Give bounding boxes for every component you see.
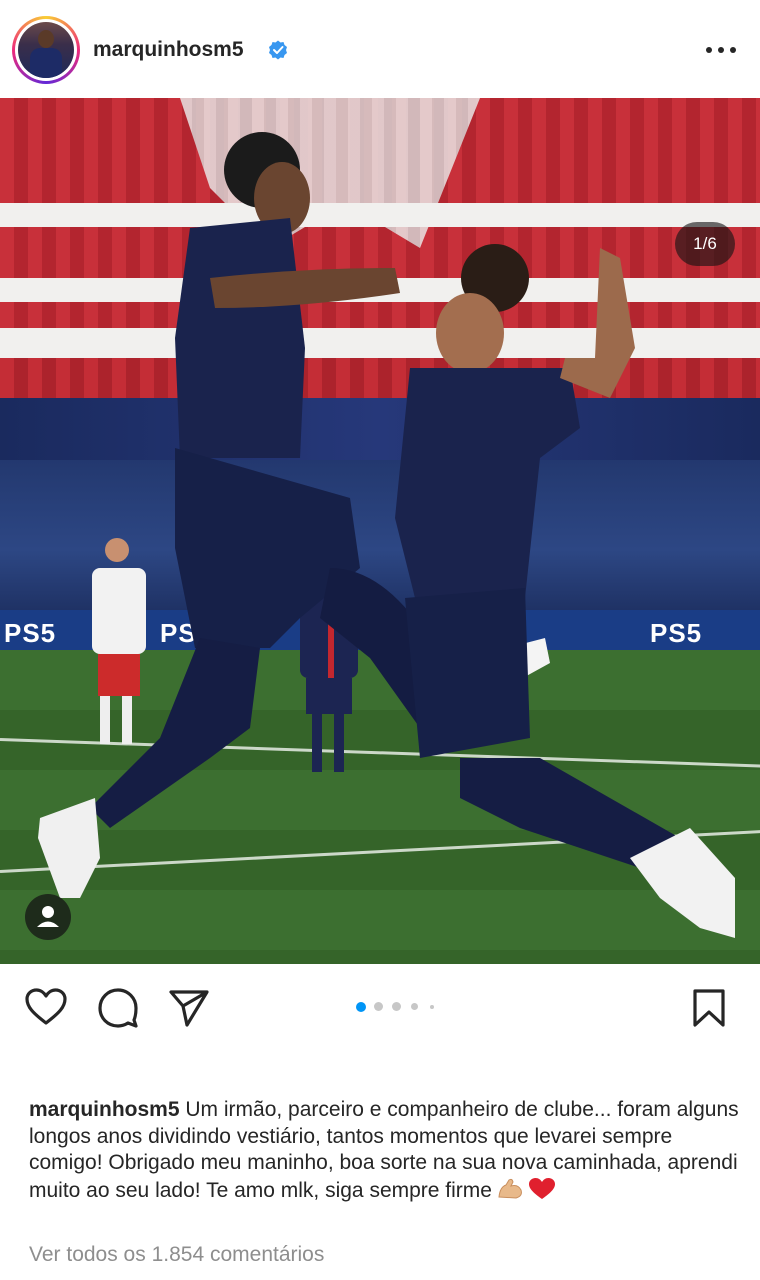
post-actions [0, 964, 760, 1054]
bookmark-icon[interactable] [692, 988, 726, 1028]
post-image[interactable]: PS5 PS5 PS5 1/6 [0, 98, 760, 964]
players-illustration [38, 132, 735, 938]
slide-counter: 1/6 [675, 222, 735, 266]
red-heart-icon [528, 1177, 556, 1209]
carousel-dots [356, 1000, 440, 1014]
post-username[interactable]: marquinhosm5 [93, 38, 244, 62]
caption-username[interactable]: marquinhosm5 [29, 1098, 180, 1121]
more-options-icon[interactable] [704, 38, 738, 62]
avatar-photo [18, 22, 74, 78]
carousel-dot [392, 1002, 401, 1011]
carousel-dot-active [356, 1002, 366, 1012]
carousel-dot [411, 1003, 418, 1010]
heart-icon[interactable] [25, 988, 67, 1026]
profile-avatar[interactable] [12, 16, 80, 84]
user-tag-icon[interactable] [25, 894, 71, 940]
verified-badge-icon [269, 40, 287, 60]
view-all-comments-link[interactable]: Ver todos os 1.854 comentários [29, 1243, 324, 1267]
post-caption: marquinhosm5 Um irmão, parceiro e compan… [29, 1097, 739, 1208]
carousel-dot [374, 1002, 383, 1011]
comment-icon[interactable] [97, 988, 139, 1028]
post-header: marquinhosm5 [0, 0, 760, 98]
send-icon[interactable] [168, 988, 210, 1028]
flexed-biceps-icon [496, 1177, 524, 1209]
carousel-dot [430, 1005, 434, 1009]
